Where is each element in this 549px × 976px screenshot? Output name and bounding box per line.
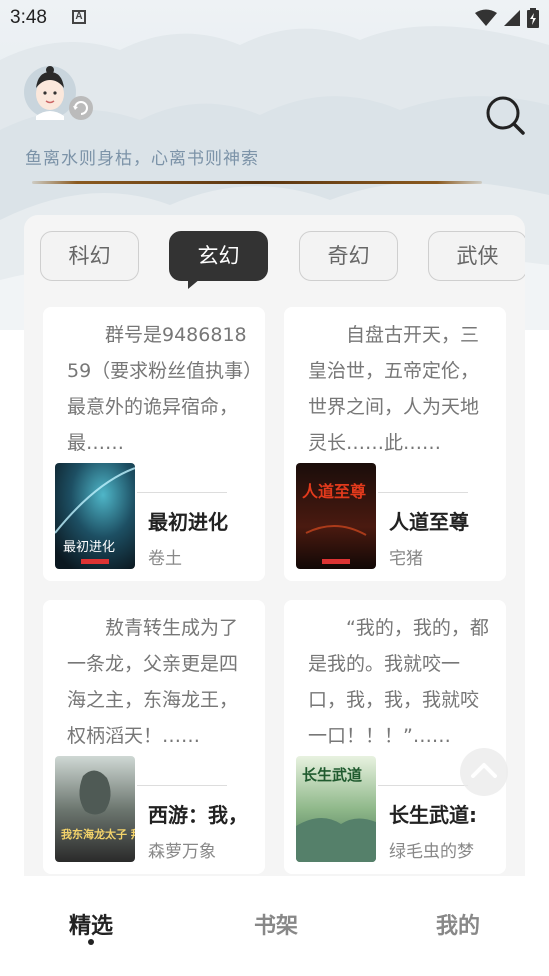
active-indicator <box>88 939 94 945</box>
card-divider <box>137 492 227 493</box>
nav-featured[interactable]: 精选 <box>69 908 113 940</box>
tab-scifi[interactable]: 科幻 <box>40 231 139 281</box>
wifi-icon <box>475 9 497 26</box>
book-panel: 科幻 玄幻 奇幻 武侠 群号是948681859（要求粉丝值执事）最意外的诡异宿… <box>24 215 525 876</box>
status-bar: 3:48 A <box>0 0 549 38</box>
book-card[interactable]: 自盘古开天，三皇治世，五帝定伦，世界之间，人为天地灵长……此…… 人道至尊 人道… <box>284 307 506 581</box>
motto-underline <box>32 181 482 184</box>
book-title: 最初进化 <box>148 510 228 534</box>
signal-icon <box>504 10 520 26</box>
book-description: 自盘古开天，三皇治世，五帝定伦，世界之间，人为天地灵长……此…… <box>308 324 480 454</box>
book-card[interactable]: 敖青转生成为了一条龙，父亲更是四海之主，东海龙王，权柄滔天！…… 我东海龙太子 … <box>43 600 265 874</box>
tab-wuxia[interactable]: 武侠 <box>428 231 525 281</box>
nav-mine[interactable]: 我的 <box>436 908 480 940</box>
book-author: 宅猪 <box>389 549 423 569</box>
cover-title: 长生武道 <box>302 766 362 784</box>
tab-fantasy[interactable]: 奇幻 <box>299 231 398 281</box>
cover-title: 我东海龙太子 拜师菩提 <box>61 827 135 841</box>
scroll-top-button[interactable] <box>460 748 508 796</box>
book-author: 森萝万象 <box>148 842 216 862</box>
book-description: “我的，我的，都是我的。我就咬一口，我，我，我就咬一口！！！”…… <box>308 617 489 747</box>
cover-title: 最初进化 <box>63 540 115 555</box>
cover-title: 人道至尊 <box>302 482 366 501</box>
book-title: 西游：我， <box>148 803 248 827</box>
search-button[interactable] <box>484 94 526 136</box>
book-card[interactable]: “我的，我的，都是我的。我就咬一口，我，我，我就咬一口！！！”…… 长生武道 长… <box>284 600 506 874</box>
status-icons <box>475 8 539 28</box>
status-time: 3:48 <box>10 7 47 28</box>
book-cover: 最初进化 <box>55 463 135 569</box>
nav-bookshelf[interactable]: 书架 <box>254 908 298 940</box>
card-divider <box>378 785 468 786</box>
book-cover: 我东海龙太子 拜师菩提 <box>55 756 135 862</box>
search-icon <box>486 96 525 135</box>
book-author: 绿毛虫的梦 <box>389 842 474 862</box>
book-title: 人道至尊 <box>389 510 469 534</box>
book-title: 长生武道: <box>389 803 477 827</box>
card-divider <box>137 785 227 786</box>
book-card[interactable]: 群号是948681859（要求粉丝值执事）最意外的诡异宿命，最…… 最初进化 最… <box>43 307 265 581</box>
notification-icon: A <box>72 10 86 24</box>
bottom-nav: 精选 书架 我的 <box>0 876 549 976</box>
avatar[interactable] <box>24 64 96 124</box>
chevron-up-icon <box>471 763 497 778</box>
battery-icon <box>527 8 539 28</box>
book-description: 群号是948681859（要求粉丝值执事）最意外的诡异宿命，最…… <box>67 324 253 454</box>
book-author: 卷土 <box>148 549 182 569</box>
tab-xuanhuan[interactable]: 玄幻 <box>169 231 268 289</box>
book-description: 敖青转生成为了一条龙，父亲更是四海之主，东海龙王，权柄滔天！…… <box>67 617 239 747</box>
motto-text: 鱼离水则身枯，心离书则神索 <box>25 149 259 169</box>
book-cover: 长生武道 <box>296 756 376 862</box>
book-cover: 人道至尊 <box>296 463 376 569</box>
category-tabs: 科幻 玄幻 奇幻 武侠 <box>40 231 525 291</box>
card-divider <box>378 492 468 493</box>
